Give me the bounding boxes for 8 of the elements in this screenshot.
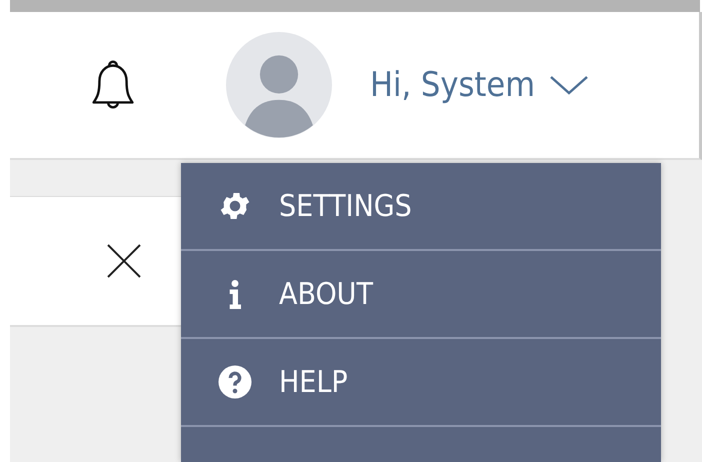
menu-item[interactable]: SETTINGS (181, 163, 661, 251)
user-menu-button[interactable]: Hi, System (370, 65, 590, 105)
avatar-icon[interactable] (226, 32, 332, 138)
close-button[interactable] (106, 243, 142, 279)
menu-item[interactable]: HELP (181, 339, 661, 427)
chevron-icon (549, 73, 590, 97)
menu-item[interactable]: ABOUT (181, 251, 661, 339)
help-icon (217, 364, 253, 400)
